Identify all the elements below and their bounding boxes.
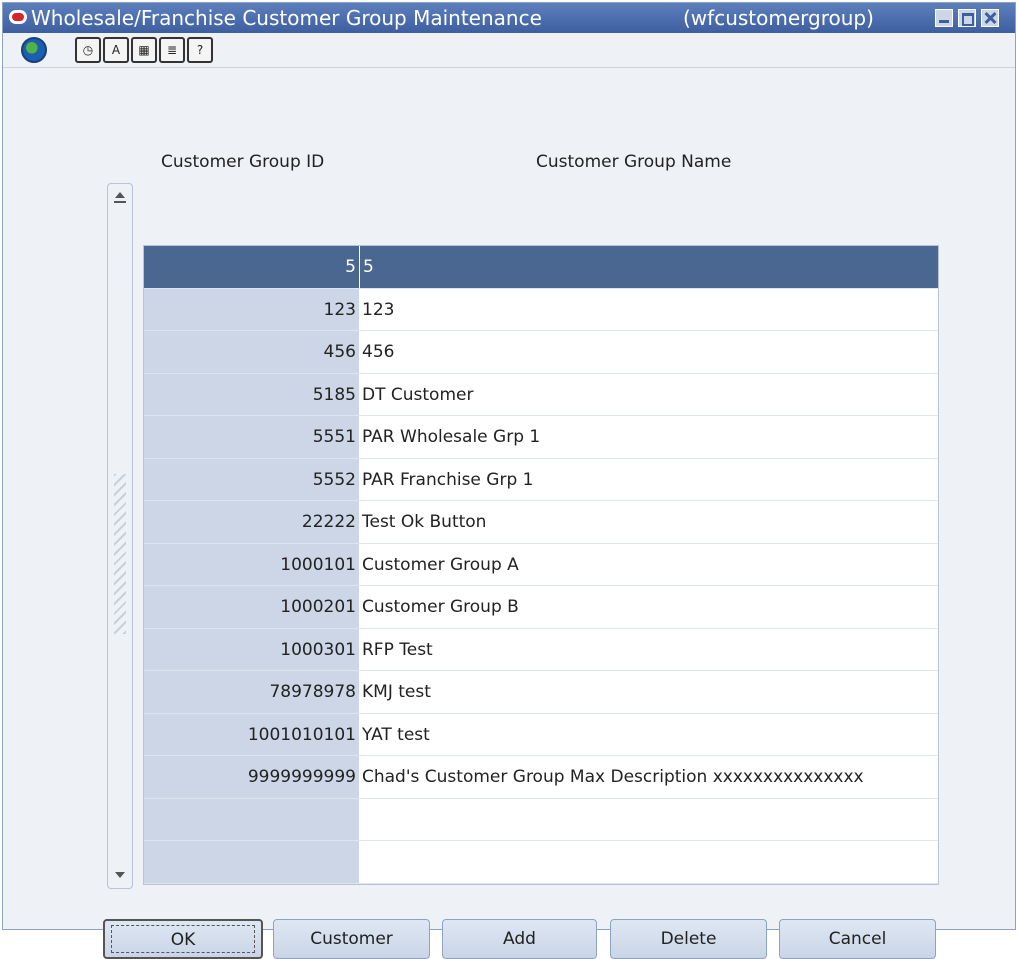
customer-group-id-cell[interactable]: 1000201 <box>144 586 359 628</box>
customer-group-id-cell[interactable]: 5185 <box>144 373 359 415</box>
title-bar[interactable]: Wholesale/Franchise Customer Group Maint… <box>3 3 1015 33</box>
column-header-customer-group-name: Customer Group Name <box>536 152 732 172</box>
delete-button[interactable]: Delete <box>610 919 767 959</box>
customer-group-id-cell[interactable]: 5 <box>144 246 359 288</box>
minimize-icon[interactable] <box>935 9 953 27</box>
form-id: (wfcustomergroup) <box>683 6 874 30</box>
table-row[interactable]: 55 <box>144 246 938 289</box>
customer-group-id-cell[interactable]: 5552 <box>144 458 359 500</box>
globe-icon[interactable] <box>21 37 47 63</box>
close-icon[interactable] <box>981 9 999 27</box>
table-row[interactable]: 1000301 RFP Test <box>144 628 938 671</box>
app-window: Wholesale/Franchise Customer Group Maint… <box>2 2 1016 959</box>
customer-group-name-cell[interactable]: 456 <box>359 331 938 373</box>
customer-group-name-cell[interactable]: 5 <box>359 246 938 288</box>
customer-group-id-cell[interactable]: 1001010101 <box>144 713 359 755</box>
customer-group-name-cell[interactable]: PAR Wholesale Grp 1 <box>359 416 938 458</box>
customer-group-name-cell[interactable] <box>359 841 938 883</box>
customer-group-name-cell[interactable]: KMJ test <box>359 671 938 713</box>
scroll-up-icon[interactable] <box>111 187 129 207</box>
table-row[interactable]: 1000101 Customer Group A <box>144 543 938 586</box>
customer-group-id-cell[interactable]: 1000301 <box>144 628 359 670</box>
customer-group-id-cell[interactable]: 78978978 <box>144 671 359 713</box>
table-row[interactable]: 9999999999 Chad's Customer Group Max Desc… <box>144 756 938 799</box>
table-row[interactable] <box>144 798 938 841</box>
customer-button[interactable]: Customer <box>273 919 430 959</box>
scroll-grip[interactable] <box>114 474 126 634</box>
customer-group-id-cell[interactable]: 22222 <box>144 501 359 543</box>
customer-group-id-cell[interactable]: 1000101 <box>144 543 359 585</box>
customer-group-id-cell[interactable] <box>144 798 359 840</box>
table-row[interactable]: 5551 PAR Wholesale Grp 1 <box>144 416 938 459</box>
customer-group-id-cell[interactable]: 5551 <box>144 416 359 458</box>
cancel-button[interactable]: Cancel <box>779 919 936 959</box>
table-row[interactable]: 123 123 <box>144 288 938 331</box>
table-row[interactable]: 456 456 <box>144 331 938 374</box>
table-row[interactable]: 22222 Test Ok Button <box>144 501 938 544</box>
table-row[interactable]: 78978978 KMJ test <box>144 671 938 714</box>
customer-group-name-cell[interactable] <box>359 799 938 841</box>
customer-group-id-cell[interactable]: 456 <box>144 331 359 373</box>
ok-button[interactable]: OK <box>103 919 263 959</box>
window-title: Wholesale/Franchise Customer Group Maint… <box>31 6 542 30</box>
table-row[interactable]: 1001010101 YAT test <box>144 713 938 756</box>
clock-icon[interactable]: ◷ <box>75 37 101 63</box>
customer-group-name-cell[interactable]: 123 <box>359 289 938 331</box>
scroll-down-icon[interactable] <box>111 865 129 885</box>
customer-group-name-cell[interactable]: DT Customer <box>359 374 938 416</box>
customer-group-name-cell[interactable]: Customer Group B <box>359 586 938 628</box>
customer-group-table: 5 5 123 123 456 456 5185 DT Customer 5551 PAR Who… <box>143 245 939 885</box>
column-header-customer-group-id: Customer Group ID <box>161 152 325 172</box>
content-panel: Customer Group ID Customer Group Name 55… <box>3 68 1015 959</box>
add-button[interactable]: Add <box>442 919 597 959</box>
table-row[interactable] <box>144 841 938 884</box>
toolbar: ◷ A ▦ ≣ ? <box>3 33 1015 68</box>
customer-group-name-cell[interactable]: YAT test <box>359 714 938 756</box>
customer-group-name-cell[interactable]: Test Ok Button <box>359 501 938 543</box>
customer-group-name-cell[interactable]: Chad's Customer Group Max Description xx… <box>359 756 938 798</box>
vertical-scrollbar[interactable] <box>107 183 133 889</box>
customer-group-id-cell[interactable]: 9999999999 <box>144 756 359 798</box>
customer-group-id-cell[interactable] <box>144 841 359 883</box>
calendar-icon[interactable]: ▦ <box>131 37 157 63</box>
maximize-icon[interactable] <box>958 9 976 27</box>
customer-group-name-cell[interactable]: PAR Franchise Grp 1 <box>359 459 938 501</box>
font-icon[interactable]: A <box>103 37 129 63</box>
customer-group-id-cell[interactable]: 123 <box>144 288 359 330</box>
notes-icon[interactable]: ≣ <box>159 37 185 63</box>
oracle-logo-icon <box>9 10 27 24</box>
ok-button-label: OK <box>111 925 255 953</box>
table-row[interactable]: 5185 DT Customer <box>144 373 938 416</box>
table-row[interactable]: 1000201 Customer Group B <box>144 586 938 629</box>
customer-group-name-cell[interactable]: Customer Group A <box>359 544 938 586</box>
table-row[interactable]: 5552 PAR Franchise Grp 1 <box>144 458 938 501</box>
customer-group-name-cell[interactable]: RFP Test <box>359 629 938 671</box>
help-icon[interactable]: ? <box>187 37 213 63</box>
